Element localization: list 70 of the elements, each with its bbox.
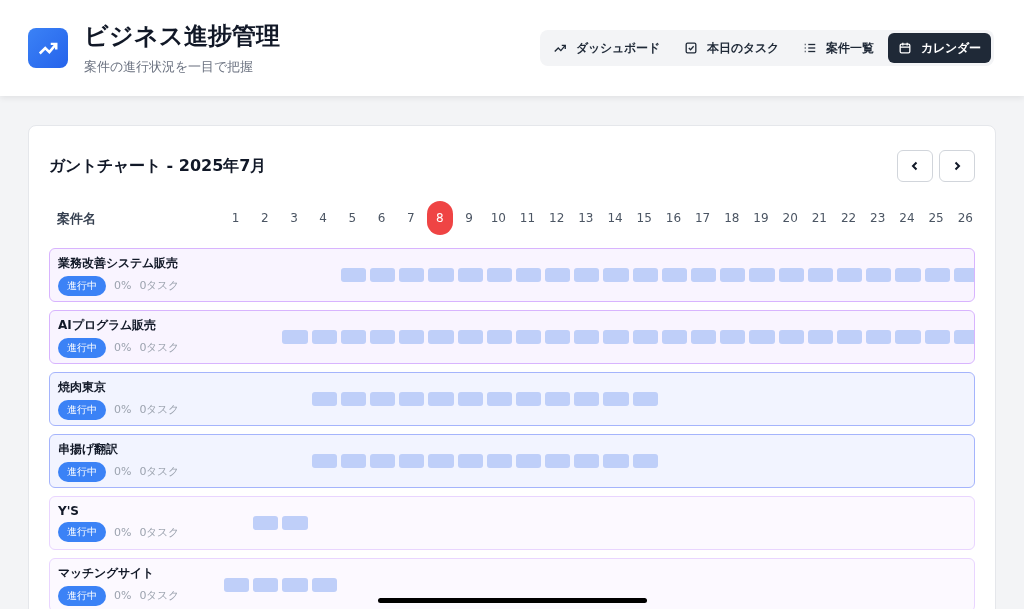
status-badge: 進行中 [58,522,106,542]
progress-text: 0% [114,403,132,416]
app-title: ビジネス進捗管理 [84,21,280,52]
project-name: Y'S [58,504,80,518]
status-badge: 進行中 [58,337,106,358]
day-number: 26 [956,210,974,227]
project-name: 串揚げ翻訳 [58,440,119,458]
day-number: 6 [376,210,387,227]
day-number: 21 [810,210,828,227]
progress-text: 0% [114,525,132,539]
previous-month-button[interactable] [897,150,933,182]
task-count: 0タスク [139,340,180,355]
checkbox-icon [684,41,698,55]
day-number: 25 [927,210,945,227]
project-row[interactable]: 焼肉東京 進行中 0% 0タスク [49,372,975,426]
nav-tab[interactable]: カレンダー [888,33,991,63]
task-count: 0タスク [139,402,180,417]
day-number: 3 [289,210,299,227]
project-name: マッチングサイト [58,564,155,582]
list-icon [803,41,817,55]
status-badge: 進行中 [58,461,106,482]
progress-text: 0% [114,341,132,354]
status-badge: 進行中 [58,275,106,296]
project-row[interactable]: 串揚げ翻訳 進行中 0% 0タスク [49,434,975,488]
day-number: 22 [839,210,858,227]
status-badge: 進行中 [58,585,106,606]
gantt-title: ガントチャート - 2025年7月 [49,155,267,177]
day-number: 12 [548,210,566,227]
trend-logo-icon [28,28,68,68]
task-count: 0タスク [139,278,180,293]
project-name: 業務改善システム販売 [58,254,179,272]
day-number: 1 [230,210,241,227]
day-number: 23 [869,210,887,227]
day-number: 17 [693,210,712,227]
day-number: 11 [518,210,537,227]
day-number: 2 [259,210,270,227]
task-count: 0タスク [139,524,180,540]
column-header: 案件名 [57,211,96,226]
day-number: 9 [464,210,474,227]
day-number: 7 [405,210,416,227]
project-row[interactable]: 業務改善システム販売 進行中 0% 0タスク [49,248,975,302]
progress-text: 0% [114,279,132,292]
day-number: 10 [489,210,507,227]
project-row[interactable]: Y'S 進行中 0% 0タスク [49,496,975,550]
day-number: 14 [606,210,624,227]
next-month-button[interactable] [939,150,975,182]
day-number: 16 [664,210,683,227]
day-number: 18 [723,210,741,227]
project-row[interactable]: AIプログラム販売 進行中 0% 0タスク [49,310,975,364]
project-name: AIプログラム販売 [58,316,157,334]
progress-text: 0% [114,589,132,602]
day-number: 5 [347,210,358,227]
day-number: 19 [752,210,770,227]
project-row[interactable]: マッチングサイト 進行中 0% 0タスク [49,558,975,609]
progress-text: 0% [114,465,132,478]
day-number: 4 [318,210,328,227]
nav-tab[interactable]: 本日のタスク [674,33,789,63]
project-name: 焼肉東京 [58,378,107,396]
day-number: 13 [577,210,595,227]
app-subtitle: 案件の進行状況を一目で把握 [84,58,254,76]
day-number: 20 [781,210,799,227]
day-number: 8 [426,201,453,235]
task-count: 0タスク [139,588,180,603]
calendar-icon [898,41,912,55]
nav-tab[interactable]: 案件一覧 [793,33,884,63]
day-number: 24 [898,210,916,227]
task-count: 0タスク [139,464,180,479]
nav-tab[interactable]: ダッシュボード [543,33,670,63]
day-number: 15 [635,210,653,227]
status-badge: 進行中 [58,399,106,420]
